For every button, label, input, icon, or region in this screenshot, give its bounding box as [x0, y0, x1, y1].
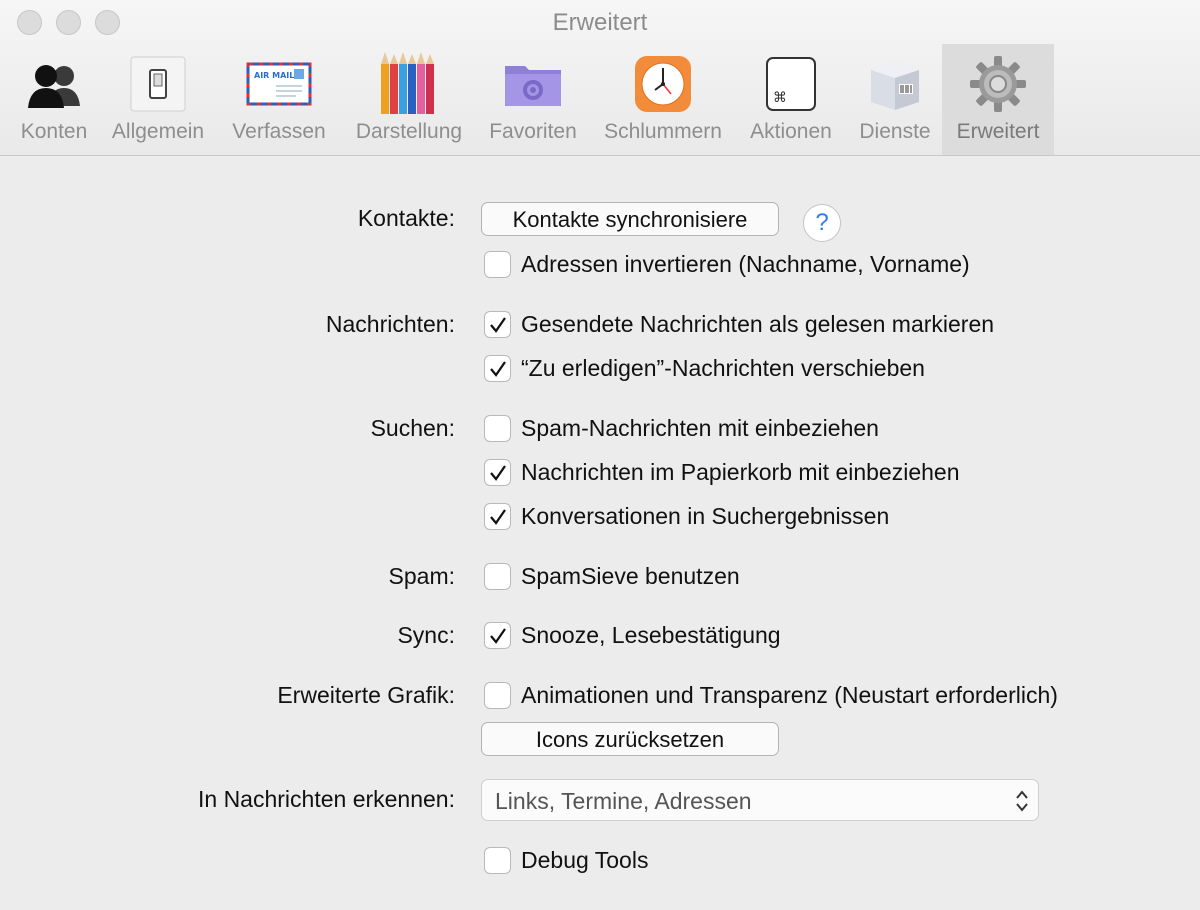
messages-label: Nachrichten: — [325, 311, 455, 337]
debug-tools-label: Debug Tools — [521, 847, 649, 873]
conversations-label: Konversationen in Suchergebnissen — [521, 503, 890, 529]
svg-text:⌘: ⌘ — [773, 90, 787, 106]
include-spam-checkbox[interactable] — [484, 415, 511, 442]
tab-konten[interactable]: Konten — [12, 44, 96, 155]
checkmark-icon — [490, 628, 506, 644]
colored-pencils-icon — [379, 50, 439, 116]
animations-checkbox[interactable] — [484, 682, 511, 709]
move-todo-checkbox[interactable] — [484, 355, 511, 382]
invert-addresses-checkbox[interactable] — [484, 251, 511, 278]
spam-label: Spam: — [388, 563, 455, 589]
window-title: Erweitert — [552, 9, 648, 36]
detect-select-value: Links, Termine, Adressen — [495, 788, 752, 814]
search-label: Suchen: — [370, 415, 455, 441]
airmail-envelope-icon: AIR MAIL — [246, 54, 312, 114]
checkmark-icon — [490, 465, 506, 481]
tab-verfassen[interactable]: AIR MAIL Verfassen — [222, 44, 336, 155]
alarm-clock-icon — [633, 54, 693, 114]
folder-gear-icon — [501, 54, 565, 114]
include-trash-checkbox[interactable] — [484, 459, 511, 486]
spamsieve-label: SpamSieve benutzen — [521, 563, 740, 589]
detect-select[interactable]: Links, Termine, Adressen — [481, 779, 1039, 821]
accounts-icon — [24, 54, 84, 114]
graphics-label: Erweiterte Grafik: — [277, 682, 455, 708]
sync-contacts-button[interactable]: Kontakte synchronisiere — [481, 202, 779, 236]
snooze-receipts-checkbox[interactable] — [484, 622, 511, 649]
svg-text:AIR MAIL: AIR MAIL — [254, 71, 294, 80]
tab-schlummern[interactable]: Schlummern — [594, 44, 732, 155]
chevron-up-down-icon — [1016, 790, 1028, 812]
debug-tools-checkbox[interactable] — [484, 847, 511, 874]
contacts-label: Kontakte: — [357, 205, 455, 231]
tab-favoriten[interactable]: Favoriten — [482, 44, 584, 155]
services-box-icon — [865, 54, 925, 114]
checkmark-icon — [490, 317, 506, 333]
mark-sent-read-label: Gesendete Nachrichten als gelesen markie… — [521, 311, 995, 337]
detect-label: In Nachrichten erkennen: — [198, 786, 455, 812]
animations-label: Animationen und Transparenz (Neustart er… — [521, 682, 1058, 708]
invert-addresses-label: Adressen invertieren (Nachname, Vorname) — [521, 251, 970, 277]
preferences-window: Erweitert Konten Allgemein AIR MAIL Verf… — [0, 0, 1200, 910]
toolbar: Erweitert Konten Allgemein AIR MAIL Verf… — [0, 0, 1200, 156]
switch-icon — [128, 54, 188, 114]
conversations-checkbox[interactable] — [484, 503, 511, 530]
include-trash-label: Nachrichten im Papierkorb mit einbeziehe… — [521, 459, 960, 485]
sync-label: Sync: — [397, 622, 455, 648]
tab-aktionen[interactable]: ⌘ Aktionen — [742, 44, 840, 155]
snooze-receipts-label: Snooze, Lesebestätigung — [521, 622, 781, 648]
tab-dienste[interactable]: Dienste — [850, 44, 940, 155]
include-spam-label: Spam-Nachrichten mit einbeziehen — [521, 415, 879, 441]
tab-darstellung[interactable]: Darstellung — [346, 44, 472, 155]
help-button[interactable]: ? — [803, 204, 841, 242]
tab-allgemein[interactable]: Allgemein — [104, 44, 212, 155]
move-todo-label: “Zu erledigen”-Nachrichten verschieben — [521, 355, 925, 381]
spamsieve-checkbox[interactable] — [484, 563, 511, 590]
gear-icon — [968, 54, 1028, 114]
tab-erweitert[interactable]: Erweitert — [942, 44, 1054, 155]
reset-icons-button[interactable]: Icons zurücksetzen — [481, 722, 779, 756]
mark-sent-read-checkbox[interactable] — [484, 311, 511, 338]
command-key-icon: ⌘ — [761, 54, 821, 114]
checkmark-icon — [490, 509, 506, 525]
checkmark-icon — [490, 361, 506, 377]
